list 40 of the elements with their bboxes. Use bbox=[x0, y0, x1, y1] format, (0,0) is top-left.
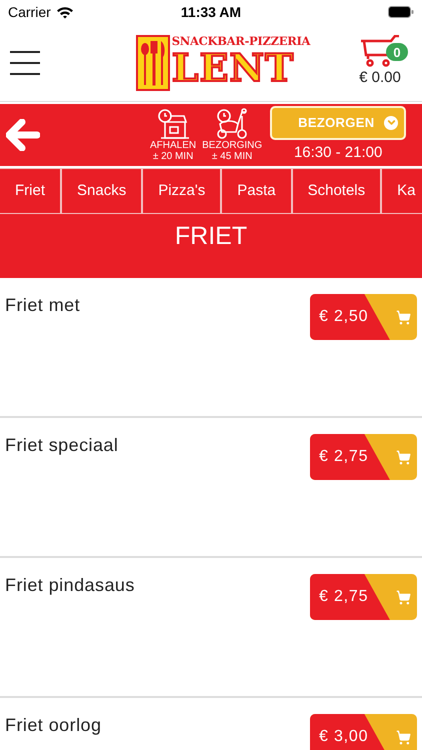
delivery-time: ± 45 MIN bbox=[212, 151, 252, 162]
product-name: Friet oorlog bbox=[5, 714, 102, 737]
chevron-icon bbox=[384, 116, 398, 130]
price-label: € 2,75 bbox=[310, 574, 390, 620]
cart-icon bbox=[396, 450, 411, 464]
product-row[interactable]: Friet speciaal € 2,75 bbox=[0, 418, 422, 558]
price-label: € 2,50 bbox=[310, 294, 390, 340]
cart-icon bbox=[396, 310, 411, 324]
back-arrow-icon[interactable] bbox=[6, 119, 40, 151]
add-to-cart-button[interactable]: € 2,75 bbox=[310, 434, 417, 480]
cart-total: € 0.00 bbox=[359, 68, 401, 88]
opening-hours: 16:30 - 21:00 bbox=[294, 142, 382, 163]
product-name: Friet met bbox=[5, 294, 80, 317]
shop-icon bbox=[156, 108, 190, 140]
carrier-label: Carrier bbox=[8, 2, 51, 22]
wifi-icon bbox=[56, 6, 74, 18]
product-row[interactable]: Friet oorlog € 3,00 bbox=[0, 698, 422, 750]
product-name: Friet pindasaus bbox=[5, 574, 135, 597]
cutlery-icon bbox=[136, 34, 170, 90]
clock: 11:33 AM bbox=[180, 2, 242, 22]
product-name: Friet speciaal bbox=[5, 434, 118, 457]
delivery-label: BEZORGING bbox=[202, 140, 262, 151]
logo-subtitle: SNACKBAR-PIZZERIA bbox=[172, 36, 310, 48]
logo-title: LENT bbox=[172, 47, 294, 90]
cart-icon bbox=[396, 590, 411, 604]
pickup-time: ± 20 MIN bbox=[152, 151, 194, 162]
add-to-cart-button[interactable]: € 3,00 bbox=[310, 714, 417, 750]
price-label: € 2,75 bbox=[310, 434, 390, 480]
battery-icon bbox=[388, 6, 414, 18]
menu-button[interactable] bbox=[10, 48, 40, 76]
cart-icon bbox=[360, 35, 400, 68]
add-to-cart-button[interactable]: € 2,50 bbox=[310, 294, 417, 340]
cart-count-badge: 0 bbox=[386, 43, 408, 62]
cart-button[interactable]: 0 € 0.00 bbox=[348, 35, 412, 90]
product-row[interactable]: Friet pindasaus € 2,75 bbox=[0, 558, 422, 698]
section-title: FRIET bbox=[174, 221, 248, 252]
add-to-cart-button[interactable]: € 2,75 bbox=[310, 574, 417, 620]
pickup-label: AFHALEN bbox=[150, 140, 196, 151]
cart-icon bbox=[396, 730, 411, 744]
product-row[interactable]: Friet met € 2,50 bbox=[0, 278, 422, 418]
